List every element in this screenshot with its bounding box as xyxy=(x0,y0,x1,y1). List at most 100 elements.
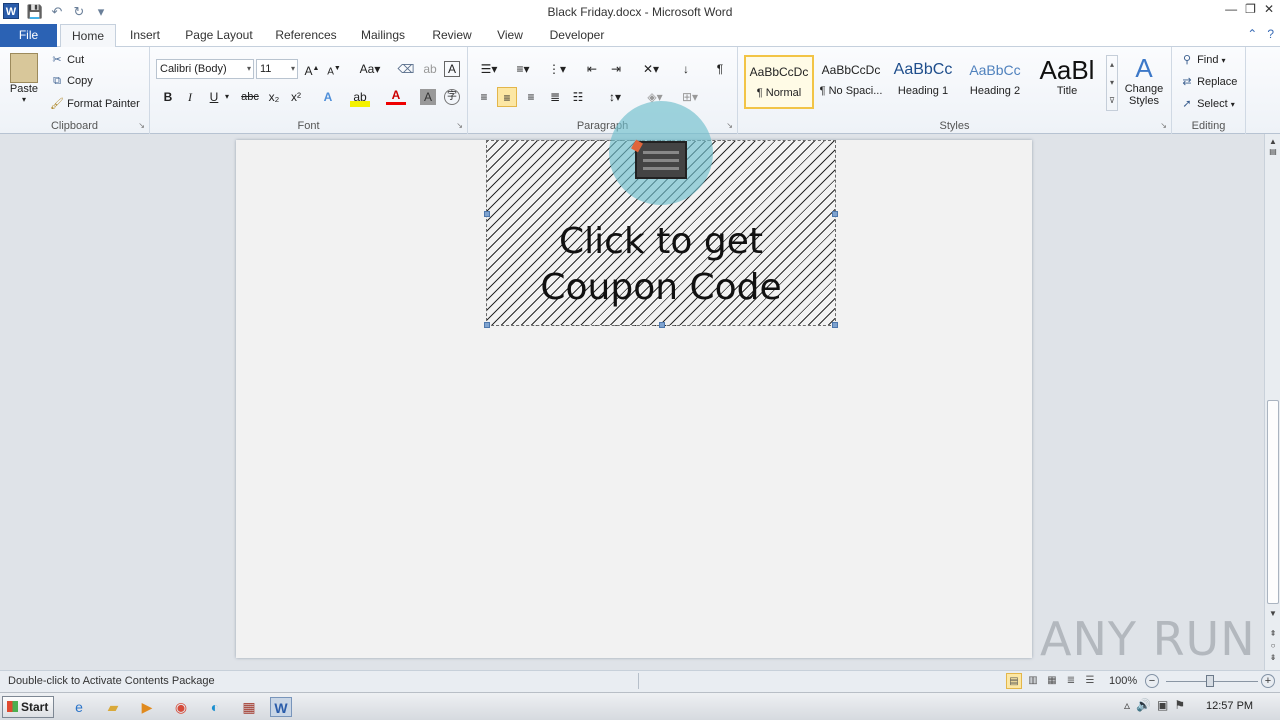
tab-view[interactable]: View xyxy=(490,24,530,48)
file-explorer-icon[interactable]: ▰ xyxy=(102,697,124,717)
zoom-in-icon[interactable]: + xyxy=(1261,674,1275,688)
start-button[interactable]: Start xyxy=(2,696,54,718)
scroll-down-icon[interactable]: ▼ xyxy=(1267,608,1279,620)
font-launcher-icon[interactable]: ↘ xyxy=(456,121,463,130)
text-effects-icon[interactable]: A xyxy=(318,87,338,107)
clipboard-launcher-icon[interactable]: ↘ xyxy=(138,121,145,130)
character-shading-icon[interactable]: A xyxy=(420,89,436,105)
resize-handle[interactable] xyxy=(832,322,838,328)
underline-button[interactable]: U xyxy=(204,87,224,107)
line-spacing-icon[interactable]: ↕▾ xyxy=(602,87,628,107)
tray-expand-icon[interactable]: ▵ xyxy=(1124,698,1130,712)
align-center-icon[interactable]: ≡ xyxy=(497,87,517,107)
tab-insert[interactable]: Insert xyxy=(122,24,168,48)
subscript-button[interactable]: x₂ xyxy=(264,87,284,107)
close-icon[interactable]: ✕ xyxy=(1264,2,1274,16)
print-layout-icon[interactable]: ▤ xyxy=(1006,673,1022,689)
align-right-icon[interactable]: ≡ xyxy=(521,87,541,107)
tab-review[interactable]: Review xyxy=(426,24,478,48)
embedded-package-object[interactable]: Click to get Coupon Code xyxy=(484,101,838,328)
web-layout-icon[interactable]: ▦ xyxy=(1044,673,1060,689)
vertical-scrollbar[interactable]: ▤ ▲ ▼ ⇞ ○ ⇟ xyxy=(1264,134,1280,670)
clock[interactable]: 12:57 PM xyxy=(1206,700,1253,712)
minimize-ribbon-icon[interactable]: ⌃ xyxy=(1247,27,1257,41)
shrink-font-icon[interactable]: A▼ xyxy=(324,59,344,79)
tab-mailings[interactable]: Mailings xyxy=(354,24,412,48)
zoom-out-icon[interactable]: − xyxy=(1145,674,1159,688)
change-case-icon[interactable]: Aa▾ xyxy=(356,59,384,79)
superscript-button[interactable]: x² xyxy=(286,87,306,107)
resize-handle[interactable] xyxy=(832,211,838,217)
style-no-spacing[interactable]: AaBbCcDc ¶ No Spaci... xyxy=(816,55,886,109)
word-taskbar-icon[interactable]: W xyxy=(270,697,292,717)
numbering-icon[interactable]: ≡▾ xyxy=(510,59,536,79)
tab-home[interactable]: Home xyxy=(60,24,116,48)
zoom-slider-thumb[interactable] xyxy=(1206,675,1214,687)
multilevel-list-icon[interactable]: ⋮▾ xyxy=(544,59,570,79)
document-page[interactable]: Click to get Coupon Code xyxy=(236,101,1032,658)
internet-explorer-icon[interactable]: e xyxy=(68,697,90,717)
clear-formatting-icon[interactable]: ⌫ xyxy=(396,59,416,79)
sort-icon[interactable]: ↓ xyxy=(676,59,696,79)
highlight-icon[interactable]: ab xyxy=(350,87,370,107)
underline-dropdown-icon[interactable]: ▾ xyxy=(222,87,232,107)
bold-button[interactable]: B xyxy=(158,87,178,107)
styles-launcher-icon[interactable]: ↘ xyxy=(1160,121,1167,130)
tab-page-layout[interactable]: Page Layout xyxy=(180,24,258,48)
action-center-flag-icon[interactable]: ⚑ xyxy=(1174,698,1185,712)
paragraph-launcher-icon[interactable]: ↘ xyxy=(726,121,733,130)
tab-references[interactable]: References xyxy=(270,24,342,48)
asian-layout-icon[interactable]: ✕▾ xyxy=(638,59,664,79)
italic-button[interactable]: I xyxy=(180,87,200,107)
minimize-icon[interactable]: — xyxy=(1225,2,1237,16)
grow-font-icon[interactable]: A▲ xyxy=(302,59,322,79)
media-player-icon[interactable]: ▶ xyxy=(136,697,158,717)
outline-icon[interactable]: ≣ xyxy=(1063,673,1079,689)
style-normal[interactable]: AaBbCcDc ¶ Normal xyxy=(744,55,814,109)
restore-icon[interactable]: ❐ xyxy=(1245,2,1256,16)
styles-gallery-scroll[interactable]: ▴ ▾ ⊽ xyxy=(1106,55,1118,111)
strikethrough-button[interactable]: abc xyxy=(238,87,262,107)
increase-indent-icon[interactable]: ⇥ xyxy=(606,59,626,79)
align-left-icon[interactable]: ≡ xyxy=(474,87,494,107)
font-name-combo[interactable]: Calibri (Body) ▾ xyxy=(156,59,254,79)
format-painter-button[interactable]: 🖌 Format Painter xyxy=(50,97,140,110)
character-border-icon[interactable]: A xyxy=(444,61,460,77)
bullets-icon[interactable]: ☰▾ xyxy=(476,59,502,79)
show-hide-marks-button[interactable]: ¶ xyxy=(710,59,730,79)
tab-developer[interactable]: Developer xyxy=(544,24,610,48)
next-page-icon[interactable]: ⇟ xyxy=(1267,652,1279,664)
browse-object-icon[interactable]: ○ xyxy=(1267,640,1279,652)
network-icon[interactable]: ▣ xyxy=(1157,698,1168,712)
tab-file[interactable]: File xyxy=(0,24,57,47)
find-button[interactable]: ⚲ Find ▾ xyxy=(1180,53,1226,66)
enclose-characters-icon[interactable]: 字 xyxy=(444,89,460,105)
replace-button[interactable]: ⇄ Replace xyxy=(1180,75,1237,88)
draft-icon[interactable]: ☰ xyxy=(1082,673,1098,689)
volume-icon[interactable]: 🔊 xyxy=(1136,698,1151,712)
phonetic-guide-icon[interactable]: ab xyxy=(420,59,440,79)
style-heading-1[interactable]: AaBbCc Heading 1 xyxy=(888,55,958,109)
style-title[interactable]: AaBl Title xyxy=(1032,55,1102,109)
zoom-level[interactable]: 100% xyxy=(1109,675,1137,687)
justify-icon[interactable]: ≣ xyxy=(545,87,565,107)
paste-button[interactable]: Paste ▾ xyxy=(8,53,40,104)
resize-handle[interactable] xyxy=(484,322,490,328)
cut-button[interactable]: ✂ Cut xyxy=(50,53,84,66)
chrome-icon[interactable]: ◉ xyxy=(170,697,192,717)
style-heading-2[interactable]: AaBbCc Heading 2 xyxy=(960,55,1030,109)
resize-handle[interactable] xyxy=(484,211,490,217)
select-button[interactable]: ➚ Select ▾ xyxy=(1180,97,1234,110)
font-size-combo[interactable]: 11 ▾ xyxy=(256,59,298,79)
copy-button[interactable]: ⧉ Copy xyxy=(50,75,93,88)
decrease-indent-icon[interactable]: ⇤ xyxy=(582,59,602,79)
font-color-icon[interactable]: A xyxy=(386,87,406,105)
help-icon[interactable]: ? xyxy=(1267,27,1274,41)
edge-icon[interactable]: ◐ xyxy=(204,697,226,717)
full-screen-reading-icon[interactable]: ▥ xyxy=(1025,673,1041,689)
winrar-icon[interactable]: ▦ xyxy=(238,697,260,717)
change-styles-button[interactable]: A Change Styles xyxy=(1124,53,1164,107)
scroll-thumb[interactable] xyxy=(1267,400,1279,604)
distributed-icon[interactable]: ☷ xyxy=(568,87,588,107)
scroll-up-icon[interactable]: ▲ xyxy=(1267,136,1279,148)
